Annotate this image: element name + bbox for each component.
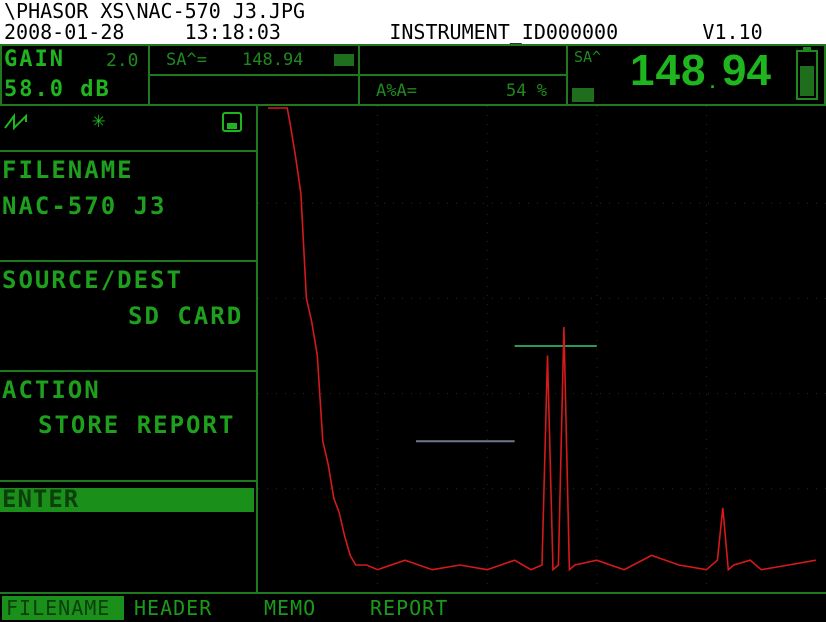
freeze-icon: [572, 88, 594, 102]
big-reading-box: SA^ 148 . 94: [566, 44, 826, 106]
big-reading-dot: .: [710, 72, 716, 92]
big-reading-frac: 94: [722, 46, 771, 95]
tab-report[interactable]: REPORT: [370, 596, 448, 620]
left-menu: ✳ FILENAME NAC-570 J3 SOURCE/DEST SD CAR…: [0, 106, 258, 592]
action-label: ACTION: [2, 376, 101, 404]
gain-label: GAIN: [4, 47, 65, 72]
divider: [0, 480, 256, 482]
asterisk-icon: ✳: [92, 108, 106, 133]
a-percent-label: A%A=: [376, 81, 417, 101]
status-panel: GAIN 2.0 58.0 dB SA^= 148.94 A%A= 54 % S…: [0, 44, 826, 106]
header-date-line: 2008-01-28 13:18:03 INSTRUMENT_ID000000 …: [4, 21, 763, 43]
sa-value: 148.94: [242, 50, 304, 70]
enter-button[interactable]: ENTER: [0, 485, 254, 513]
a-scan-chart: [258, 106, 826, 592]
save-disk-icon[interactable]: [222, 112, 242, 132]
big-reading-label: SA^: [574, 48, 602, 66]
empty-reading-box-2: [358, 44, 568, 76]
time: 13:18:03: [184, 20, 281, 44]
a-scan-display[interactable]: [258, 106, 826, 592]
version: V1.10: [702, 20, 763, 44]
rectify-wave-icon: [4, 113, 27, 130]
battery-icon: [796, 47, 818, 100]
date: 2008-01-28: [4, 20, 125, 44]
gain-step: 2.0: [106, 50, 139, 71]
gain-value: 58.0 dB: [4, 77, 111, 102]
source-dest-value[interactable]: SD CARD: [128, 302, 243, 330]
tab-memo[interactable]: MEMO: [264, 596, 316, 620]
freeze-icon: [334, 54, 354, 66]
source-dest-label: SOURCE/DEST: [2, 266, 183, 294]
empty-reading-box: [148, 74, 360, 106]
action-value[interactable]: STORE REPORT: [38, 411, 235, 439]
sa-reading-box: SA^= 148.94: [148, 44, 360, 76]
enter-label: ENTER: [2, 485, 80, 513]
signal-trace: [268, 107, 817, 572]
tab-filename[interactable]: FILENAME: [2, 596, 124, 620]
gain-box[interactable]: GAIN 2.0 58.0 dB: [0, 44, 150, 106]
tab-header[interactable]: HEADER: [134, 596, 212, 620]
filename-value[interactable]: NAC-570 J3: [2, 192, 167, 220]
big-reading-int: 148: [630, 46, 707, 95]
title-bar: \PHASOR XS\NAC-570 J3.JPG 2008-01-28 13:…: [0, 0, 826, 44]
divider: [0, 260, 256, 262]
filename-label: FILENAME: [2, 156, 134, 184]
file-path: \PHASOR XS\NAC-570 J3.JPG: [4, 0, 306, 23]
a-percent-box: A%A= 54 %: [358, 74, 568, 106]
instrument-id: INSTRUMENT_ID000000: [389, 20, 619, 44]
divider: [0, 150, 256, 152]
divider: [0, 370, 256, 372]
sa-label: SA^=: [166, 50, 207, 70]
bottom-tab-bar: FILENAME HEADER MEMO REPORT: [0, 592, 826, 622]
a-percent-value: 54 %: [506, 81, 547, 101]
